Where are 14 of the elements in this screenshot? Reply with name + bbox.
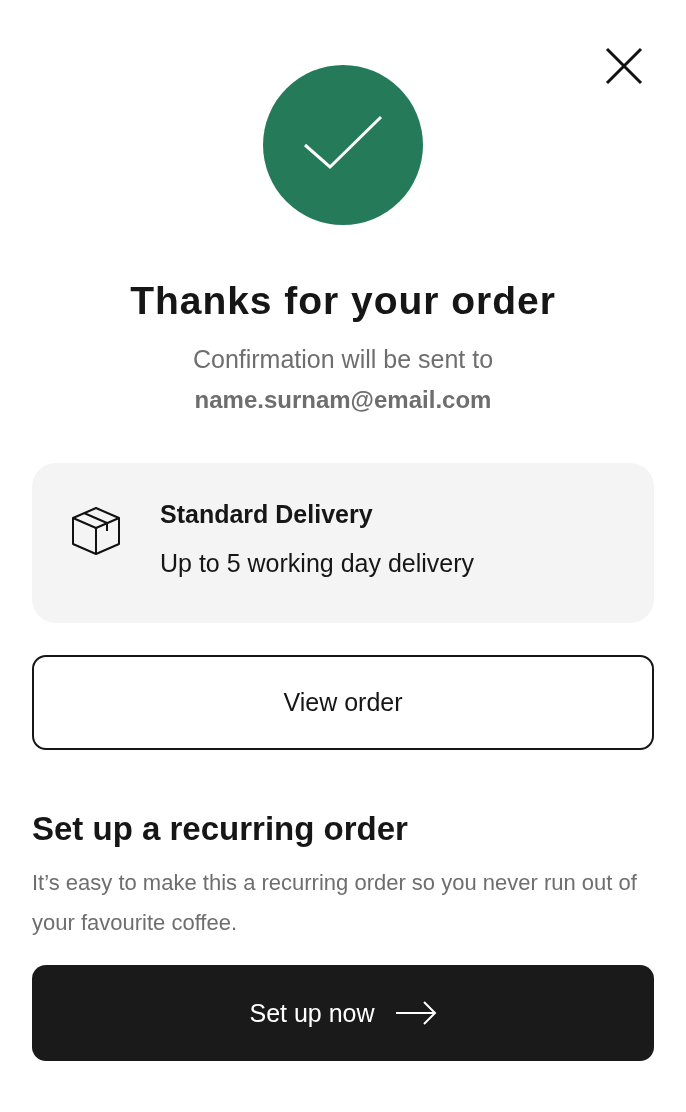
close-button[interactable]: [604, 46, 644, 86]
recurring-description: It’s easy to make this a recurring order so you never run out of your favourite coffee.: [32, 869, 638, 938]
box-icon: [70, 505, 122, 557]
delivery-description: Up to 5 working day delivery: [160, 548, 475, 580]
view-order-button[interactable]: View order: [32, 655, 654, 750]
arrow-right-icon: [394, 1001, 437, 1026]
title: Thanks for your order: [130, 278, 556, 324]
set-up-now-button[interactable]: Set up now: [32, 965, 654, 1062]
close-icon: [605, 47, 643, 85]
email-address: name.surnam@email.com: [194, 385, 492, 415]
delivery-title: Standard Delivery: [160, 499, 374, 530]
recurring-heading: Set up a recurring order: [32, 809, 408, 849]
confirmation-text: Confirmation will be sent to: [192, 343, 494, 375]
checkmark-icon: [263, 65, 423, 225]
